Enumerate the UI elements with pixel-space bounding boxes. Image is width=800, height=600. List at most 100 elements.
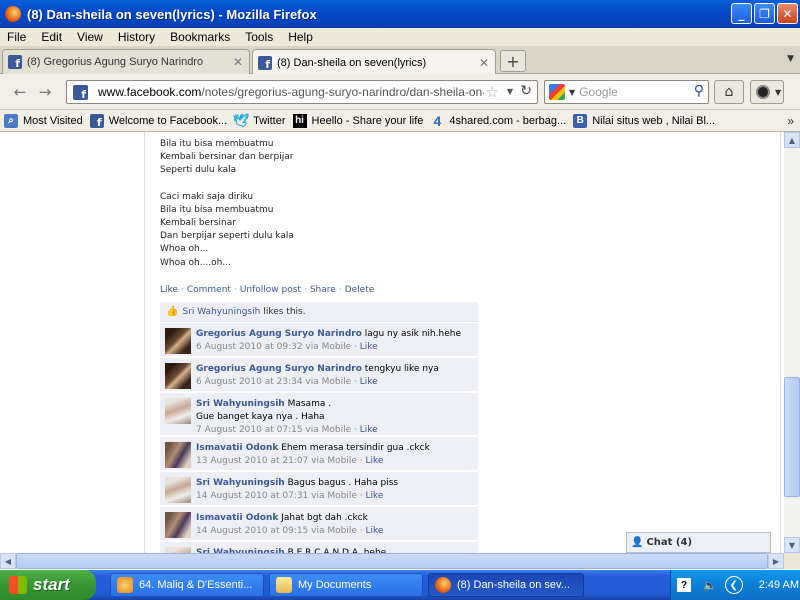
bookmark-facebook[interactable]: f Welcome to Facebook... [89,113,228,128]
addon-dropdown-icon[interactable]: ▼ [775,88,781,97]
search-engine-dropdown-icon[interactable]: ▼ [569,88,575,97]
comment-like-link[interactable]: Like [360,377,378,387]
avatar[interactable] [165,442,191,468]
forward-arrow-icon: → [38,83,52,101]
scroll-right-arrow-icon[interactable]: ▶ [768,553,784,569]
avatar[interactable] [165,328,191,354]
scroll-left-arrow-icon[interactable]: ◀ [0,553,16,569]
bookmark-label: Welcome to Facebook... [108,114,228,127]
search-magnifier-icon[interactable]: ⚲ [694,83,704,99]
media-player-icon [117,577,133,593]
horizontal-scroll-thumb[interactable] [16,553,768,569]
new-tab-button[interactable]: + [500,50,526,72]
bookmark-heello[interactable]: hi Heello - Share your life [292,113,423,128]
close-button[interactable]: ✕ [777,3,798,24]
minimize-button[interactable]: _ [731,3,752,24]
tab-list-arrow-icon[interactable]: ▼ [787,54,794,64]
reload-icon[interactable]: ↻ [520,83,532,99]
avatar[interactable] [165,398,191,424]
home-button[interactable]: ⌂ [714,80,744,104]
twitter-icon: 🕊 [232,112,250,128]
comment-meta: 7 August 2010 at 07:15 via Mobile · Like [196,425,378,435]
bookmark-nilai[interactable]: B Nilai situs web , Nilai Bl... [573,113,715,128]
menu-file[interactable]: File [0,30,34,44]
post-actions: Like · Comment · Unfollow post · Share · Delete [160,285,375,295]
menu-bookmarks[interactable]: Bookmarks [163,30,238,44]
url-text[interactable]: www.facebook.com/notes/gregorius-agung-s… [98,85,484,99]
firefox-icon [435,577,451,593]
avatar[interactable] [165,512,191,538]
comment-body: Sri Wahyuningsih Masama . Gue banget kaya… [196,398,472,437]
tab-close-icon[interactable]: ✕ [233,55,243,69]
scroll-down-arrow-icon[interactable]: ▼ [784,537,800,553]
unfollow-post-link[interactable]: Unfollow post [240,285,301,295]
menu-history[interactable]: History [111,30,163,44]
clock[interactable]: 2:49 AM [759,579,799,591]
delete-link[interactable]: Delete [345,285,375,295]
comment-link[interactable]: Comment [187,285,231,295]
url-bar[interactable]: f www.facebook.com/notes/gregorius-agung… [66,80,538,104]
vertical-scrollbar[interactable]: ▲ ▼ [784,132,800,553]
addon-button[interactable]: ▼ [750,80,784,104]
avatar[interactable] [165,477,191,503]
vertical-scroll-thumb[interactable] [784,377,800,497]
taskbar-item-label: (8) Dan-sheila on sev... [457,579,570,591]
menu-tools[interactable]: Tools [238,30,281,44]
back-button[interactable]: ← [8,80,32,104]
liker-name-link[interactable]: Sri Wahyuningsih [182,307,260,317]
lyric-line: Dan berpijar seperti dulu kala [160,231,294,242]
more-bookmarks-chevron-icon[interactable]: » [787,114,794,128]
menu-bar: File Edit View History Bookmarks Tools H… [0,28,800,46]
bookmark-twitter[interactable]: 🕊 Twitter [232,112,286,128]
menu-edit[interactable]: Edit [34,30,70,44]
tab-gregorius[interactable]: f (8) Gregorius Agung Suryo Narindro ✕ [2,49,250,74]
home-icon: ⌂ [724,84,734,100]
url-history-dropdown-icon[interactable]: ▼ [507,87,513,96]
comment-author-link[interactable]: Ismavatii Odonk [196,443,278,453]
taskbar-item-media-player[interactable]: 64. Maliq & D'Essenti... [110,573,264,597]
scrollbar-corner [784,553,800,569]
volume-icon[interactable]: 🔈 [703,579,717,592]
bookmark-star-icon[interactable]: ☆ [486,83,499,101]
lyric-line: Whoa oh....oh... [160,257,231,268]
windows-taskbar: start 64. Maliq & D'Essenti... My Docume… [0,570,800,600]
help-icon[interactable]: ? [677,578,691,592]
facebook-icon: f [89,113,104,128]
bookmark-label: 4shared.com - berbag... [449,114,567,127]
search-placeholder[interactable]: Google [579,85,618,99]
comment: Sri Wahyuningsih Bagus bagus . Haha piss… [160,472,478,506]
tab-dan-sheila[interactable]: f (8) Dan-sheila on seven(lyrics) ✕ [252,49,496,75]
chat-button[interactable]: 👤 Chat (4) [626,532,771,553]
google-icon[interactable] [549,84,565,100]
forward-button[interactable]: → [33,80,57,104]
comment-author-link[interactable]: Gregorius Agung Suryo Narindro [196,364,362,374]
menu-view[interactable]: View [70,30,111,44]
comment-like-link[interactable]: Like [360,342,378,352]
comment-like-link[interactable]: Like [365,456,383,466]
taskbar-item-firefox[interactable]: (8) Dan-sheila on sev... [428,573,584,597]
bookmark-4shared[interactable]: 4 4shared.com - berbag... [430,113,567,129]
comment-meta: 13 August 2010 at 21:07 via Mobile · Lik… [196,456,384,466]
like-link[interactable]: Like [160,285,178,295]
taskbar-item-my-documents[interactable]: My Documents [269,573,423,597]
start-button[interactable]: start [0,570,96,600]
comment-like-link[interactable]: Like [365,491,383,501]
share-link[interactable]: Share [310,285,336,295]
horizontal-scrollbar[interactable]: ◀ ▶ [0,553,784,569]
show-hidden-icons-icon[interactable]: ❮ [724,576,743,594]
bookmark-most-visited[interactable]: ⌕ Most Visited [4,113,83,128]
comment-author-link[interactable]: Sri Wahyuningsih [196,399,285,409]
lyric-line: Caci maki saja diriku [160,191,254,202]
avatar[interactable] [165,363,191,389]
menu-help[interactable]: Help [281,30,321,44]
scroll-up-arrow-icon[interactable]: ▲ [784,132,800,148]
comment-author-link[interactable]: Ismavatii Odonk [196,513,278,523]
page-content: Bila itu bisa membuatmu Kembali bersinar… [0,132,784,553]
tab-close-icon[interactable]: ✕ [479,56,489,70]
comment-author-link[interactable]: Gregorius Agung Suryo Narindro [196,329,362,339]
comment-like-link[interactable]: Like [360,425,378,435]
comment-author-link[interactable]: Sri Wahyuningsih [196,478,285,488]
comment-like-link[interactable]: Like [365,526,383,536]
search-bar[interactable]: ▼ Google ⚲ [544,80,709,104]
restore-button[interactable]: ❐ [754,3,775,24]
